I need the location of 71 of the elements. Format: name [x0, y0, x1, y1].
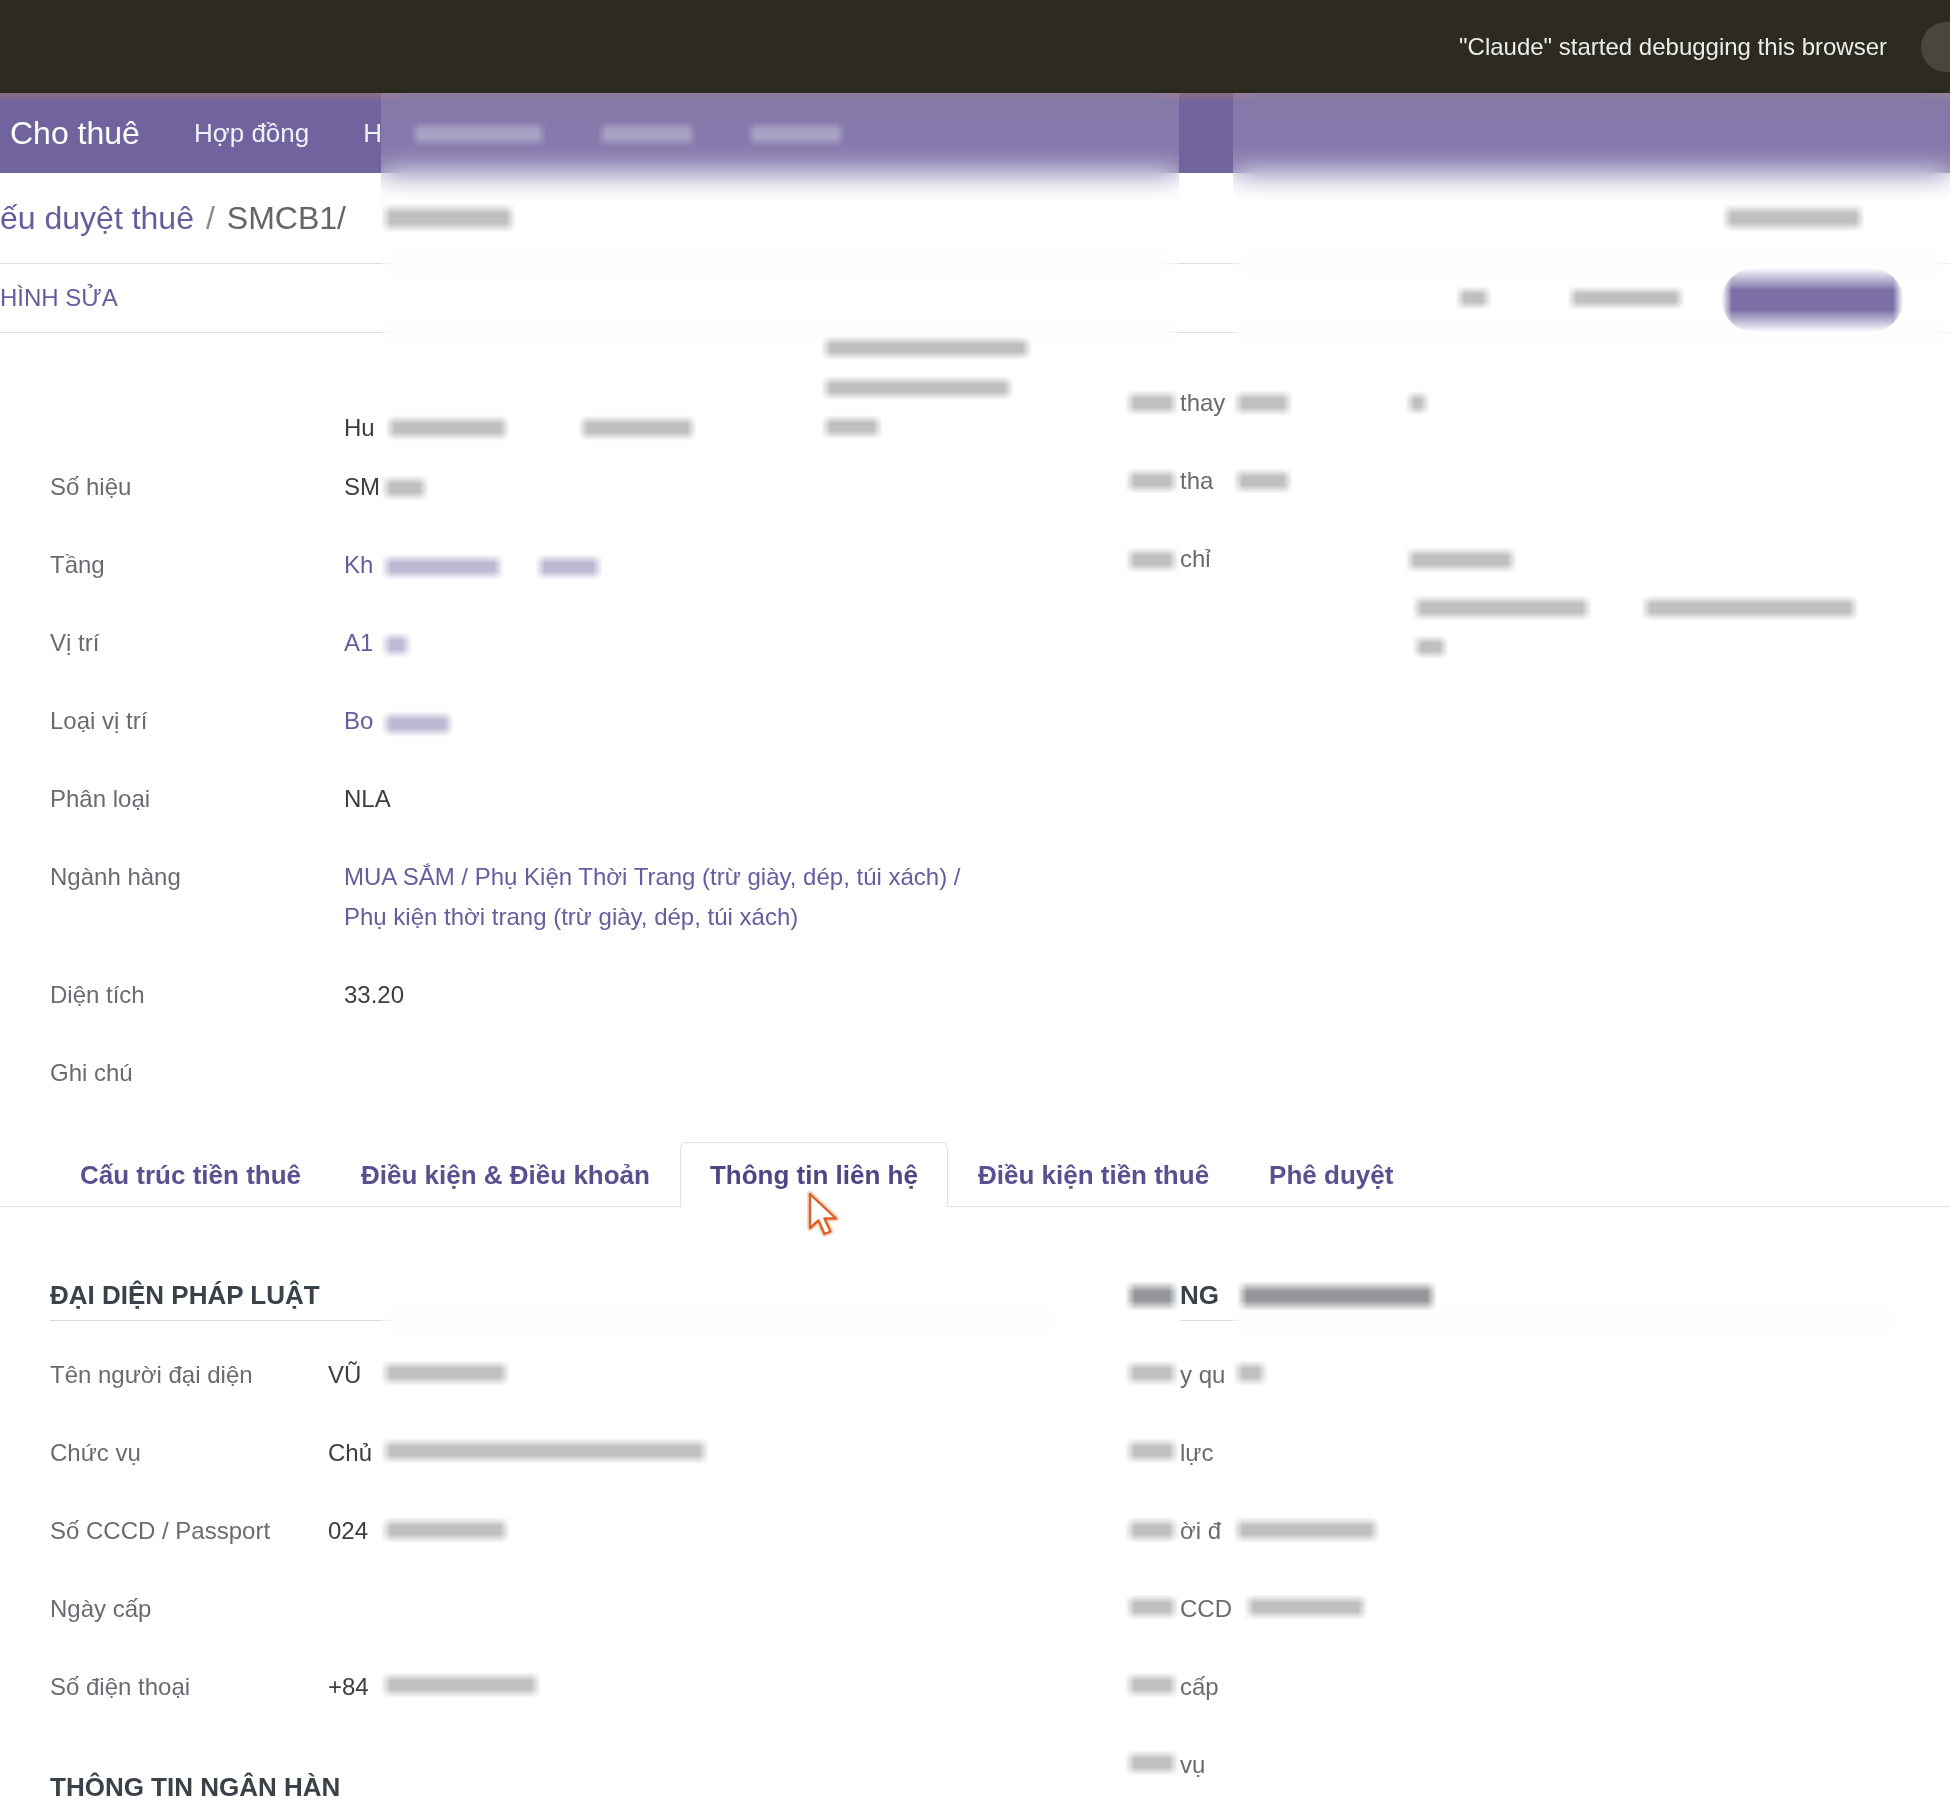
redacted-text [1233, 1360, 1268, 1386]
field-link[interactable]: MUA SẮM / Phụ Kiện Thời Trang (trừ giày, dép, túi xách) / Phụ kiện thời trang (trừ giày, dép, túi xách) [344, 857, 984, 937]
field-label: vụ [1180, 1751, 1206, 1778]
redacted-text [1125, 1517, 1179, 1543]
field-label: Số CCCD / Passport [50, 1517, 271, 1544]
field-value: Hu [344, 413, 375, 443]
field-label: Loại vị trí [50, 707, 148, 734]
redacted-text [821, 415, 883, 439]
redacted-text [1412, 635, 1449, 659]
field-label: Số điện thoại [50, 1673, 191, 1700]
field-label: thay [1180, 389, 1226, 416]
redacted-text [1233, 468, 1293, 494]
redacted-text [1125, 1672, 1179, 1698]
breadcrumb-separator: / [205, 199, 215, 237]
edit-button[interactable]: HÌNH SỬA [0, 284, 118, 312]
field-value: SM [344, 472, 380, 502]
field-value: +84 [328, 1672, 369, 1702]
field-label: Tầng [50, 551, 105, 578]
field-label: cấp [1180, 1673, 1219, 1700]
field-label: Phân loại [50, 785, 151, 812]
field-label: y qu [1180, 1361, 1226, 1388]
tab[interactable]: Điều kiện tiền thuê [947, 1142, 1240, 1207]
field-value: 024 [328, 1516, 369, 1546]
field-label: Chức vụ [50, 1439, 141, 1466]
field-label: Số hiệu [50, 473, 132, 500]
section-heading: ĐẠI DIỆN PHÁP LUẬT [50, 1280, 320, 1310]
redacted-text [381, 475, 429, 501]
field-value: NLA [344, 784, 391, 814]
app-name[interactable]: Cho thuê [10, 114, 140, 152]
breadcrumb-current: SMCB1/ [226, 199, 346, 237]
field-link[interactable]: A1 [344, 623, 374, 663]
field-label: Vị trí [50, 629, 100, 656]
breadcrumb-link[interactable]: ếu duyệt thuê [0, 199, 194, 237]
tab[interactable]: Phê duyệt [1239, 1142, 1424, 1207]
redacted-text [1125, 468, 1179, 494]
banner-message: "Claude" started debugging this browser [1459, 32, 1887, 61]
redacted-text [1125, 1750, 1179, 1776]
field-value: VŨ [328, 1360, 362, 1390]
redacted-text [1125, 390, 1179, 416]
redacted-text [1405, 391, 1430, 415]
menu-item[interactable]: H [363, 117, 382, 149]
field-label: lực [1180, 1439, 1214, 1466]
field-link[interactable]: Kh [344, 545, 374, 585]
field-value: 33.20 [344, 980, 405, 1010]
redacted-text [535, 554, 603, 580]
field-label: Ngày cấp [50, 1595, 152, 1622]
redacted-text [1125, 1281, 1179, 1311]
field-label: Ngành hàng [50, 863, 181, 890]
tab[interactable]: Điều kiện & Điều khoản [331, 1142, 680, 1207]
field-label: Ghi chú [50, 1059, 133, 1086]
field-label: chỉ [1180, 545, 1211, 572]
field-link[interactable]: Bo [344, 701, 374, 741]
field-value: Chủ [328, 1438, 373, 1468]
redacted-text [381, 632, 412, 658]
redacted-text [1125, 1360, 1179, 1386]
tab[interactable]: Cấu trúc tiền thuê [50, 1142, 331, 1207]
redacted-text [1125, 1438, 1179, 1464]
section-heading: NG [1180, 1280, 1219, 1310]
cursor-icon [806, 1190, 840, 1238]
redacted-text [1125, 1594, 1179, 1620]
tab[interactable]: Thông tin liên hệ [679, 1142, 948, 1207]
redacted-text [1233, 390, 1293, 416]
section-heading: THÔNG TIN NGÂN HÀN [50, 1772, 341, 1802]
field-label: Tên người đại diện [50, 1361, 253, 1388]
menu-item[interactable]: Hợp đồng [193, 117, 310, 149]
field-label: Diện tích [50, 981, 145, 1008]
redacted-text [1125, 547, 1179, 573]
field-label: tha [1180, 467, 1214, 494]
redacted-text [1455, 286, 1492, 310]
field-label: CCD [1180, 1595, 1232, 1622]
field-label: ời đ [1180, 1517, 1222, 1544]
